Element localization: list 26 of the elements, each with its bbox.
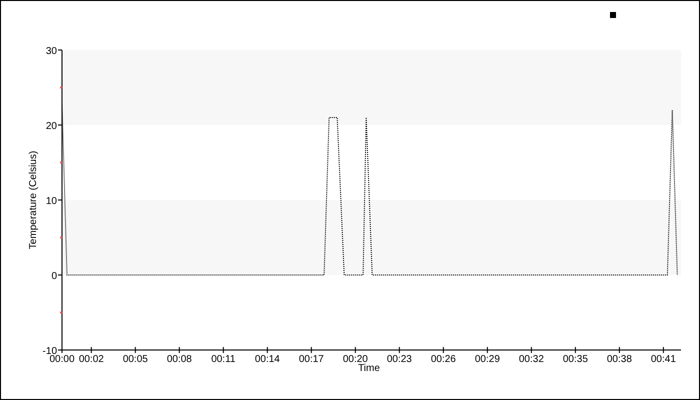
x-tick-label: 00:11 xyxy=(211,354,236,365)
x-tick-label: 00:23 xyxy=(386,354,412,365)
y-tick-label: 0 xyxy=(51,271,57,282)
y-tick-label: 30 xyxy=(46,46,57,57)
x-tick-label: 00:20 xyxy=(342,354,368,365)
x-tick-label: 00:32 xyxy=(518,354,544,365)
legend-marker-icon xyxy=(610,12,616,18)
x-tick-label: 00:35 xyxy=(562,354,588,365)
minor-tick xyxy=(60,162,62,164)
y-axis-title: Temperature (Celsius) xyxy=(28,150,39,250)
minor-tick xyxy=(60,236,62,238)
x-tick-label: 00:14 xyxy=(254,354,280,365)
x-tick-label: 00:17 xyxy=(298,354,324,365)
x-tick-label: 00:26 xyxy=(430,354,456,365)
y-tick-label: 20 xyxy=(46,121,57,132)
x-tick-label: 00:00 xyxy=(49,354,75,365)
x-tick-label: 00:38 xyxy=(606,354,632,365)
x-axis-title: Time xyxy=(358,363,380,374)
x-tick-label: 00:08 xyxy=(166,354,192,365)
x-tick-label: 00:41 xyxy=(650,354,676,365)
y-tick-label: 10 xyxy=(46,196,57,207)
x-tick-label: 00:02 xyxy=(78,354,104,365)
minor-tick xyxy=(60,86,62,88)
x-tick-label: 00:05 xyxy=(122,354,148,365)
x-tick-label: 00:29 xyxy=(474,354,500,365)
minor-tick xyxy=(60,312,62,314)
